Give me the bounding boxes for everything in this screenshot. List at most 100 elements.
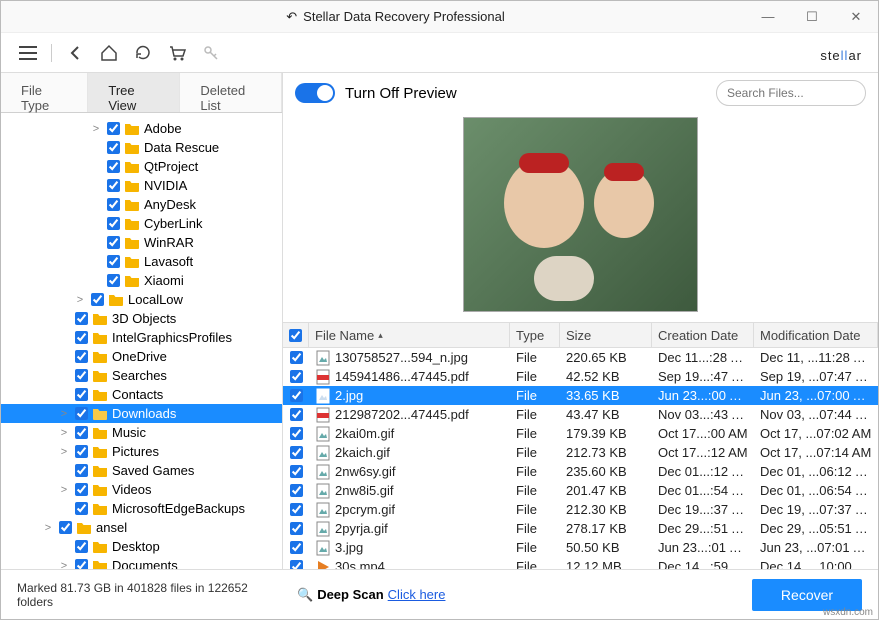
tree-checkbox[interactable] [107, 236, 120, 249]
expand-icon[interactable]: > [73, 294, 87, 306]
recover-button[interactable]: Recover [752, 579, 862, 611]
tree-checkbox[interactable] [75, 540, 88, 553]
file-row[interactable]: 2pcrym.gifFile212.30 KBDec 19...:37 AMDe… [283, 500, 878, 519]
tree-checkbox[interactable] [75, 502, 88, 515]
maximize-button[interactable]: ☐ [790, 1, 834, 33]
tree-item[interactable]: IntelGraphicsProfiles [1, 328, 282, 347]
search-box[interactable]: 🔍 [716, 80, 866, 106]
tree-item[interactable]: >Pictures [1, 442, 282, 461]
row-checkbox[interactable] [290, 522, 303, 535]
tree-checkbox[interactable] [75, 350, 88, 363]
search-input[interactable] [727, 86, 879, 100]
tree-item[interactable]: OneDrive [1, 347, 282, 366]
key-icon[interactable] [196, 38, 226, 68]
tree-item[interactable]: Desktop [1, 537, 282, 556]
tree-item[interactable]: NVIDIA [1, 176, 282, 195]
file-row[interactable]: 30s.mp4File12.12 MBDec 14...:59 AMDec 14… [283, 557, 878, 569]
file-row[interactable]: 2kaich.gifFile212.73 KBOct 17...:12 AMOc… [283, 443, 878, 462]
col-creation-date[interactable]: Creation Date [652, 323, 754, 347]
expand-icon[interactable]: > [41, 522, 55, 534]
tree-checkbox[interactable] [107, 198, 120, 211]
tree-checkbox[interactable] [75, 559, 88, 569]
file-row[interactable]: 2nw6sy.gifFile235.60 KBDec 01...:12 AMDe… [283, 462, 878, 481]
expand-icon[interactable]: > [57, 408, 71, 420]
tree-item[interactable]: CyberLink [1, 214, 282, 233]
file-row[interactable]: 2pyrja.gifFile278.17 KBDec 29...:51 AMDe… [283, 519, 878, 538]
col-modification-date[interactable]: Modification Date [754, 323, 878, 347]
file-row[interactable]: 2.jpgFile33.65 KBJun 23...:00 AMJun 23, … [283, 386, 878, 405]
row-checkbox[interactable] [290, 465, 303, 478]
tree-checkbox[interactable] [91, 293, 104, 306]
row-checkbox[interactable] [290, 560, 303, 569]
row-checkbox[interactable] [290, 389, 303, 402]
tree-item[interactable]: Contacts [1, 385, 282, 404]
file-row[interactable]: 212987202...47445.pdfFile43.47 KBNov 03.… [283, 405, 878, 424]
tab-file-type[interactable]: File Type [1, 73, 88, 112]
tree-checkbox[interactable] [59, 521, 72, 534]
tree-item[interactable]: QtProject [1, 157, 282, 176]
tree-item[interactable]: MicrosoftEdgeBackups [1, 499, 282, 518]
tree-checkbox[interactable] [75, 407, 88, 420]
preview-toggle[interactable] [295, 83, 335, 103]
back-icon[interactable] [60, 38, 90, 68]
file-row[interactable]: 2kai0m.gifFile179.39 KBOct 17...:00 AMOc… [283, 424, 878, 443]
deep-scan-link[interactable]: Click here [388, 587, 446, 602]
tree-checkbox[interactable] [107, 141, 120, 154]
expand-icon[interactable]: > [57, 560, 71, 570]
minimize-button[interactable]: — [746, 1, 790, 33]
row-checkbox[interactable] [290, 503, 303, 516]
row-checkbox[interactable] [290, 427, 303, 440]
tree-checkbox[interactable] [107, 160, 120, 173]
file-grid[interactable]: 130758527...594_n.jpgFile220.65 KBDec 11… [283, 348, 878, 569]
file-row[interactable]: 145941486...47445.pdfFile42.52 KBSep 19.… [283, 367, 878, 386]
tree-item[interactable]: >Videos [1, 480, 282, 499]
tree-item[interactable]: Saved Games [1, 461, 282, 480]
tree-checkbox[interactable] [75, 426, 88, 439]
row-checkbox[interactable] [290, 484, 303, 497]
tree-item[interactable]: >LocalLow [1, 290, 282, 309]
tree-item[interactable]: Data Rescue [1, 138, 282, 157]
cart-icon[interactable] [162, 38, 192, 68]
tab-deleted-list[interactable]: Deleted List [180, 73, 282, 112]
tree-checkbox[interactable] [107, 122, 120, 135]
tree-checkbox[interactable] [75, 445, 88, 458]
col-size[interactable]: Size [560, 323, 652, 347]
tree-item[interactable]: WinRAR [1, 233, 282, 252]
expand-icon[interactable]: > [57, 484, 71, 496]
tree-checkbox[interactable] [75, 312, 88, 325]
row-checkbox[interactable] [290, 370, 303, 383]
tree-checkbox[interactable] [107, 217, 120, 230]
select-all-checkbox[interactable] [289, 329, 302, 342]
file-row[interactable]: 3.jpgFile50.50 KBJun 23...:01 AMJun 23, … [283, 538, 878, 557]
tree-checkbox[interactable] [75, 483, 88, 496]
expand-icon[interactable]: > [57, 427, 71, 439]
tab-tree-view[interactable]: Tree View [88, 73, 180, 112]
tree-checkbox[interactable] [75, 464, 88, 477]
tree-item[interactable]: Searches [1, 366, 282, 385]
file-row[interactable]: 130758527...594_n.jpgFile220.65 KBDec 11… [283, 348, 878, 367]
tree-item[interactable]: Lavasoft [1, 252, 282, 271]
tree-checkbox[interactable] [75, 388, 88, 401]
tree-item[interactable]: >Adobe [1, 119, 282, 138]
folder-tree[interactable]: >AdobeData RescueQtProjectNVIDIAAnyDeskC… [1, 113, 283, 569]
close-button[interactable]: ✕ [834, 1, 878, 33]
refresh-icon[interactable] [128, 38, 158, 68]
tree-item[interactable]: >Documents [1, 556, 282, 569]
expand-icon[interactable]: > [89, 123, 103, 135]
expand-icon[interactable]: > [57, 446, 71, 458]
tree-checkbox[interactable] [107, 274, 120, 287]
row-checkbox[interactable] [290, 446, 303, 459]
row-checkbox[interactable] [290, 408, 303, 421]
row-checkbox[interactable] [290, 541, 303, 554]
tree-checkbox[interactable] [75, 331, 88, 344]
tree-item[interactable]: 3D Objects [1, 309, 282, 328]
tree-item[interactable]: Xiaomi [1, 271, 282, 290]
tree-checkbox[interactable] [107, 179, 120, 192]
col-file-name[interactable]: File Name ▴ [309, 323, 510, 347]
tree-item[interactable]: >ansel [1, 518, 282, 537]
home-icon[interactable] [94, 38, 124, 68]
row-checkbox[interactable] [290, 351, 303, 364]
tree-item[interactable]: >Music [1, 423, 282, 442]
tree-item[interactable]: AnyDesk [1, 195, 282, 214]
tree-checkbox[interactable] [75, 369, 88, 382]
